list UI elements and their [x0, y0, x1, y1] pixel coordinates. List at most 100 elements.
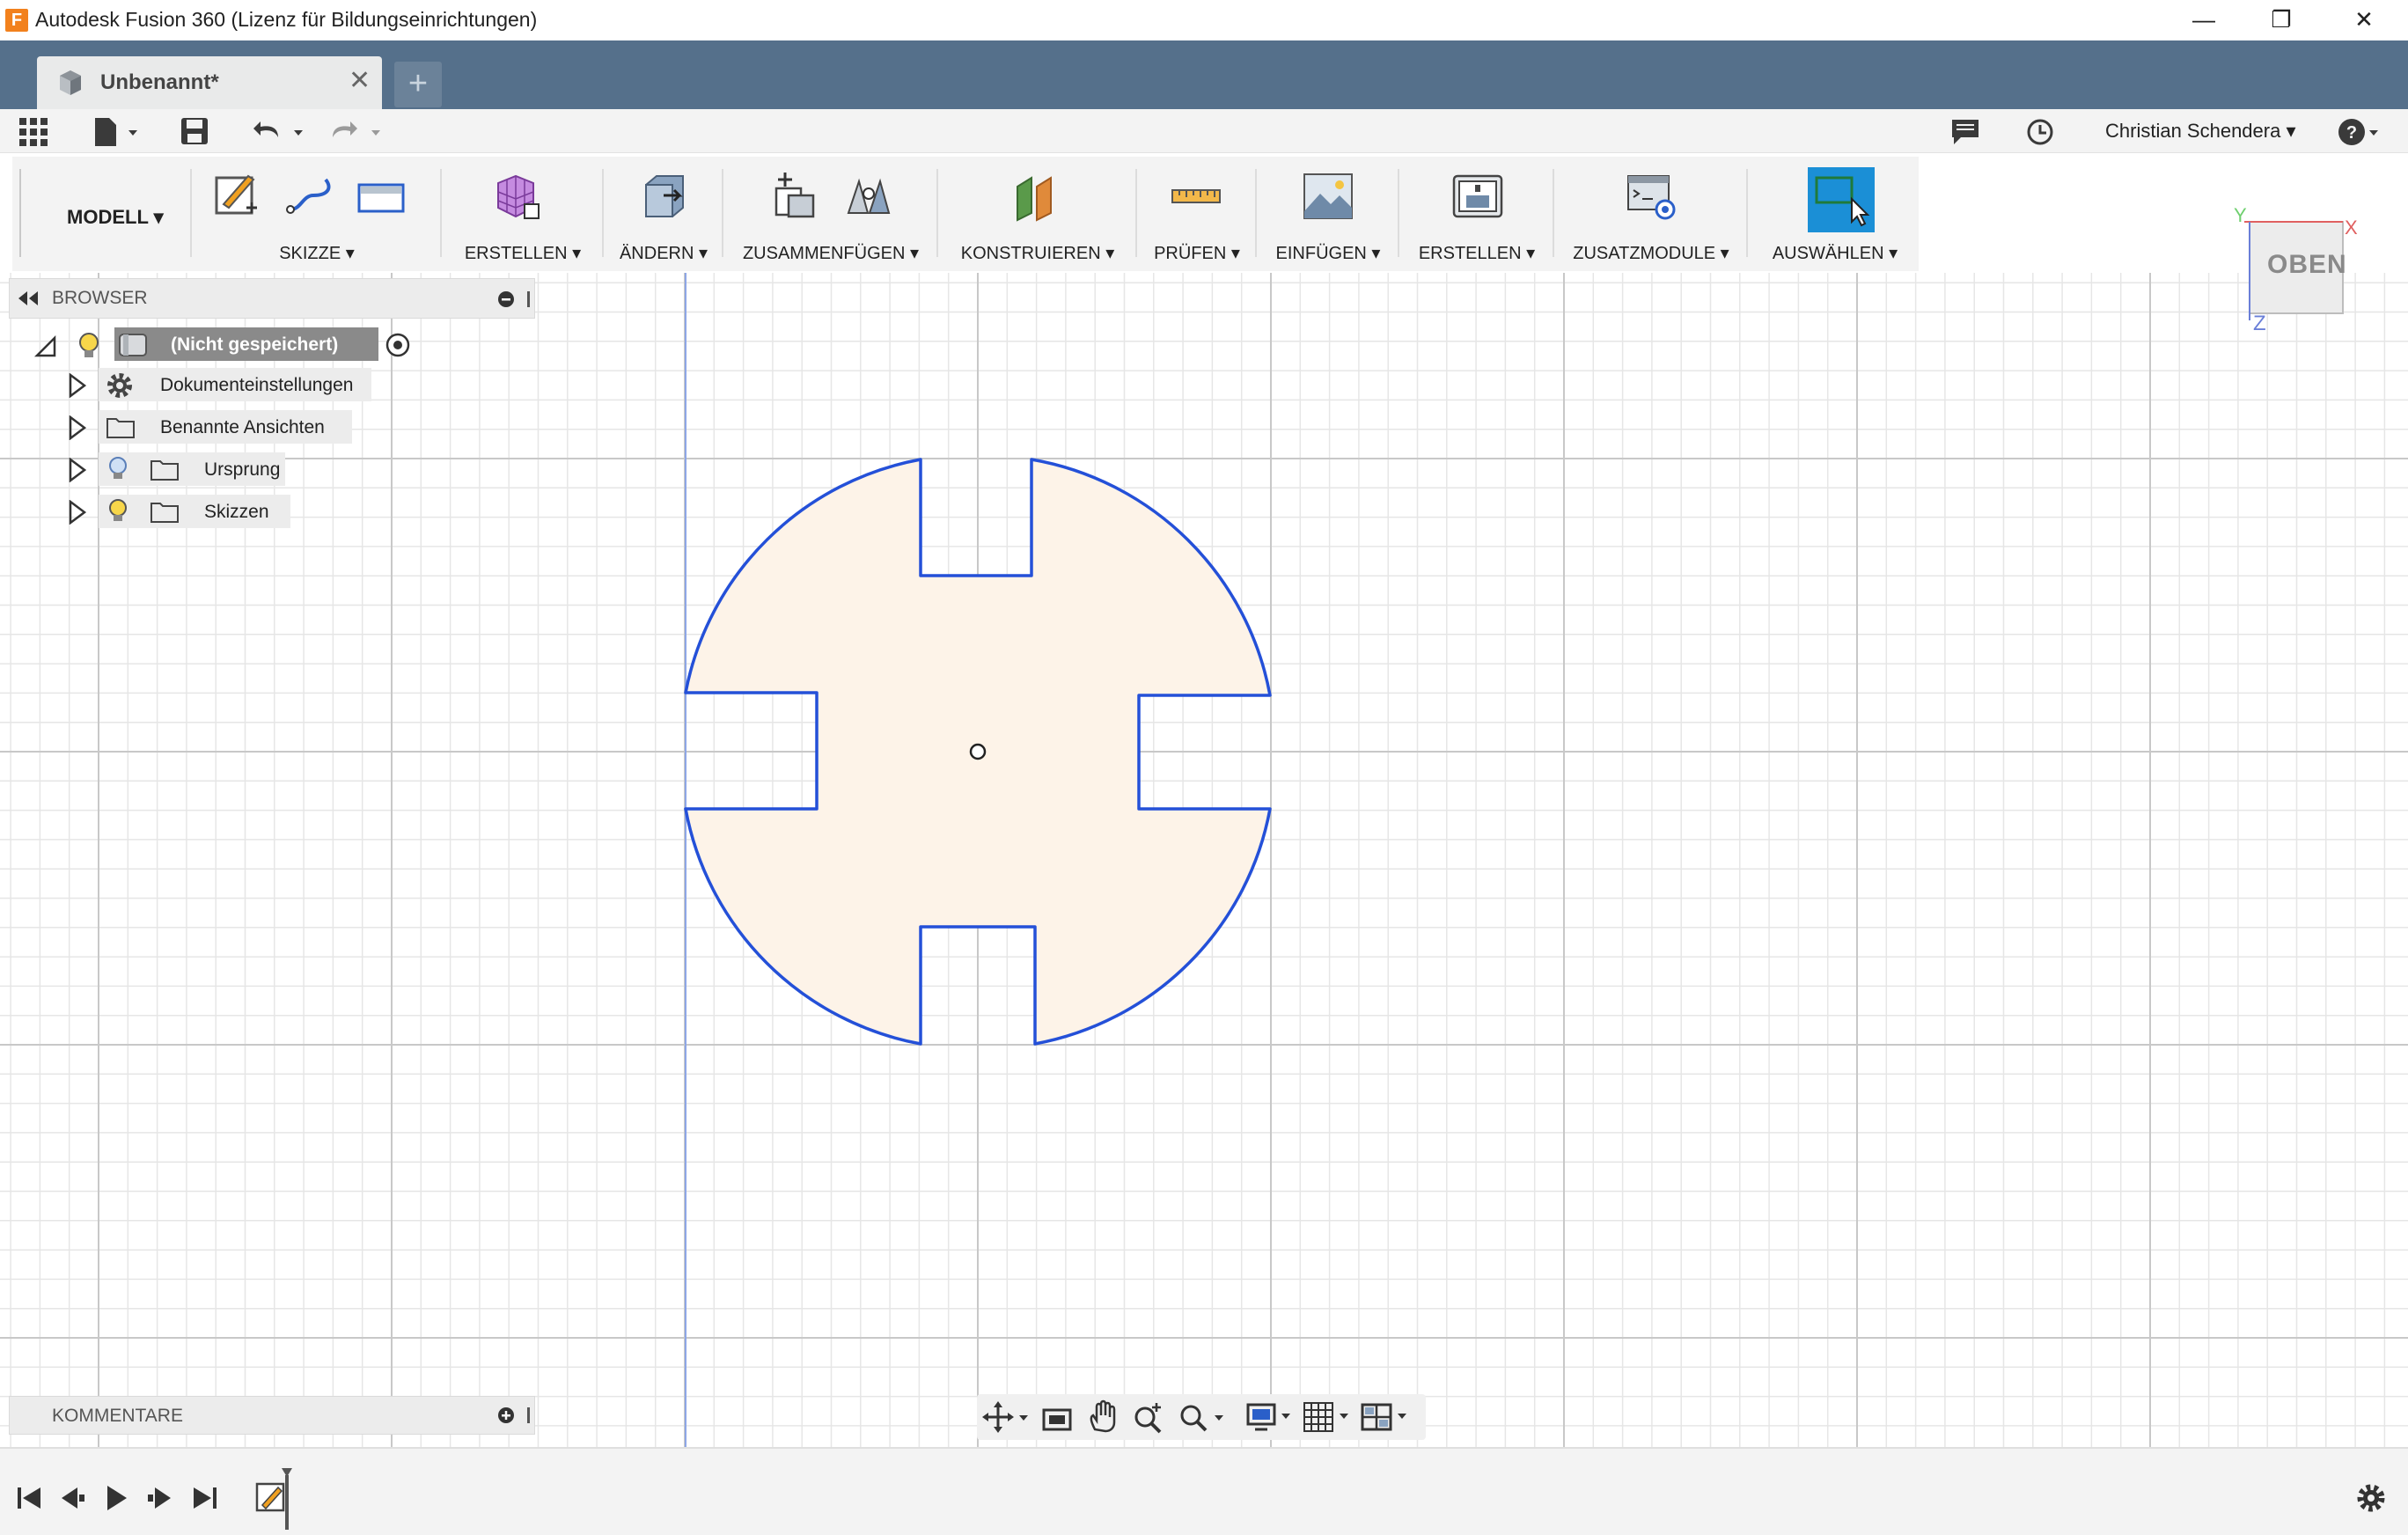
viewcube[interactable]: OBEN X Y Z — [2234, 204, 2358, 335]
inspect-group[interactable]: PRÜFEN ▾ — [1141, 157, 1253, 271]
pan-hand-icon[interactable] — [1086, 1399, 1121, 1435]
gear-icon — [107, 373, 132, 398]
create-sketch-icon[interactable] — [211, 169, 266, 224]
collapse-browser-icon[interactable] — [17, 290, 41, 307]
save-icon[interactable] — [180, 116, 211, 148]
browser-panel-header[interactable]: BROWSER — [9, 278, 535, 319]
display-settings-icon[interactable] — [1246, 1401, 1296, 1433]
tree-item-benannte-ansichten[interactable]: Benannte Ansichten — [99, 410, 352, 444]
rectangle-icon[interactable] — [354, 169, 408, 224]
close-tab-button[interactable]: ✕ — [349, 65, 371, 96]
create-group-label: ERSTELLEN ▾ — [464, 244, 582, 263]
svg-text:?: ? — [2346, 123, 2357, 143]
window-title: Autodesk Fusion 360 (Lizenz für Bildungs… — [35, 8, 538, 31]
play-icon[interactable] — [100, 1482, 132, 1514]
timeline-bar — [0, 1447, 2408, 1535]
comments-panel-header[interactable]: KOMMENTARE — [9, 1396, 535, 1435]
maximize-button[interactable]: ❐ — [2264, 4, 2299, 35]
component-icon — [119, 334, 147, 356]
collapse-root-icon[interactable] — [33, 334, 58, 359]
sketch-group-label: SKIZZE ▾ — [279, 244, 355, 263]
quick-access-bar: Christian Schendera ▾ ? — [0, 109, 2408, 153]
user-account-menu[interactable]: Christian Schendera ▾ — [2105, 120, 2296, 143]
modify-group[interactable]: ÄNDERN ▾ — [607, 157, 720, 271]
close-window-button[interactable]: ✕ — [2346, 4, 2382, 35]
sketch-center-point[interactable] — [969, 743, 987, 760]
ribbon-toolbar: MODELL ▾ SKIZZE ▾ ERSTELLEN ▾ ÄNDERN ▾ Z… — [12, 157, 1919, 271]
help-menu-icon[interactable]: ? — [2338, 118, 2380, 146]
new-component-icon[interactable] — [767, 169, 822, 224]
navigation-bar — [977, 1394, 1426, 1440]
activate-component-icon[interactable] — [384, 331, 412, 359]
scripts-addins-icon[interactable] — [1625, 169, 1679, 224]
step-forward-icon[interactable] — [144, 1482, 176, 1514]
expand-skizzen-icon[interactable] — [67, 500, 86, 525]
lightbulb-hidden-icon[interactable] — [106, 454, 130, 484]
create-group[interactable]: ERSTELLEN ▾ — [445, 157, 600, 271]
assemble-group[interactable]: ZUSAMMENFÜGEN ▾ — [727, 157, 935, 271]
assemble-group-label: ZUSAMMENFÜGEN ▾ — [742, 244, 920, 263]
go-to-start-icon[interactable] — [14, 1482, 46, 1514]
tree-item-skizzen[interactable]: Skizzen — [99, 495, 290, 528]
create-form-cube-icon[interactable] — [489, 169, 544, 224]
workspace-switcher[interactable]: MODELL ▾ — [30, 157, 188, 271]
tree-item-label: Skizzen — [204, 502, 269, 522]
select-window-icon[interactable] — [1808, 167, 1875, 232]
press-pull-icon[interactable] — [637, 169, 692, 224]
offset-plane-icon[interactable] — [1010, 169, 1065, 224]
expand-dokumenteinstellungen-icon[interactable] — [67, 373, 86, 398]
workspace-label: MODELL ▾ — [67, 206, 164, 228]
grid-settings-icon[interactable] — [1303, 1401, 1355, 1433]
new-tab-button[interactable]: + — [394, 62, 442, 107]
select-group[interactable]: AUSWÄHLEN ▾ — [1751, 157, 1919, 271]
timeline-sketch-feature-icon[interactable] — [252, 1466, 305, 1530]
fit-zoom-icon[interactable] — [1178, 1399, 1230, 1435]
lightbulb-visible-icon[interactable] — [106, 496, 130, 526]
document-tab[interactable]: Unbenannt* ✕ — [37, 56, 382, 109]
job-status-clock-icon[interactable] — [2026, 118, 2054, 146]
orbit-icon[interactable] — [982, 1401, 1031, 1433]
viewports-icon[interactable] — [1361, 1401, 1415, 1433]
tree-item-label: Benannte Ansichten — [160, 417, 325, 437]
root-component-row[interactable]: (Nicht gespeichert) — [114, 327, 378, 361]
insert-group-label: EINFÜGEN ▾ — [1275, 244, 1381, 263]
folder-icon — [106, 418, 135, 438]
add-ins-group[interactable]: ZUSATZMODULE ▾ — [1558, 157, 1744, 271]
expand-ursprung-icon[interactable] — [67, 458, 86, 482]
data-panel-grid-icon[interactable] — [19, 118, 49, 148]
file-menu-icon[interactable] — [92, 116, 144, 148]
3d-print-icon[interactable] — [1450, 169, 1505, 224]
tree-item-dokumenteinstellungen[interactable]: Dokumenteinstellungen — [99, 368, 371, 401]
sketch-group[interactable]: SKIZZE ▾ — [195, 157, 438, 271]
insert-image-icon[interactable] — [1301, 169, 1355, 224]
browser-title: BROWSER — [52, 288, 148, 308]
step-back-icon[interactable] — [56, 1482, 88, 1514]
minimize-button[interactable]: — — [2186, 4, 2221, 35]
construct-group-label: KONSTRUIEREN ▾ — [960, 244, 1115, 263]
z-axis-label: Z — [2253, 312, 2266, 335]
document-tab-title: Unbenannt* — [100, 70, 219, 94]
look-at-icon[interactable] — [1040, 1401, 1076, 1433]
expand-benannte-ansichten-icon[interactable] — [67, 415, 86, 440]
zoom-icon[interactable] — [1132, 1399, 1167, 1435]
title-bar: F Autodesk Fusion 360 (Lizenz für Bildun… — [0, 0, 2408, 40]
redo-icon[interactable] — [329, 116, 391, 148]
go-to-end-icon[interactable] — [188, 1482, 220, 1514]
measure-ruler-icon[interactable] — [1169, 169, 1223, 224]
undo-icon[interactable] — [252, 116, 313, 148]
add-ins-group-label: ZUSATZMODULE ▾ — [1573, 244, 1729, 263]
timeline-settings-gear-icon[interactable] — [2355, 1482, 2387, 1514]
fusion-logo-icon: F — [5, 9, 28, 32]
comments-title: KOMMENTARE — [52, 1406, 183, 1426]
insert-group[interactable]: EINFÜGEN ▾ — [1260, 157, 1396, 271]
joint-icon[interactable] — [841, 169, 896, 224]
lightbulb-visible-icon[interactable] — [76, 331, 102, 361]
add-comment-icon[interactable] — [497, 1406, 532, 1425]
comments-icon[interactable] — [1950, 118, 1980, 146]
viewcube-face-label[interactable]: OBEN — [2267, 250, 2347, 280]
tree-item-ursprung[interactable]: Ursprung — [99, 452, 285, 486]
browser-minimize-icon[interactable] — [497, 290, 532, 309]
spline-line-icon[interactable] — [283, 169, 338, 224]
make-group[interactable]: ERSTELLEN ▾ — [1403, 157, 1551, 271]
construct-group[interactable]: KONSTRUIEREN ▾ — [942, 157, 1134, 271]
